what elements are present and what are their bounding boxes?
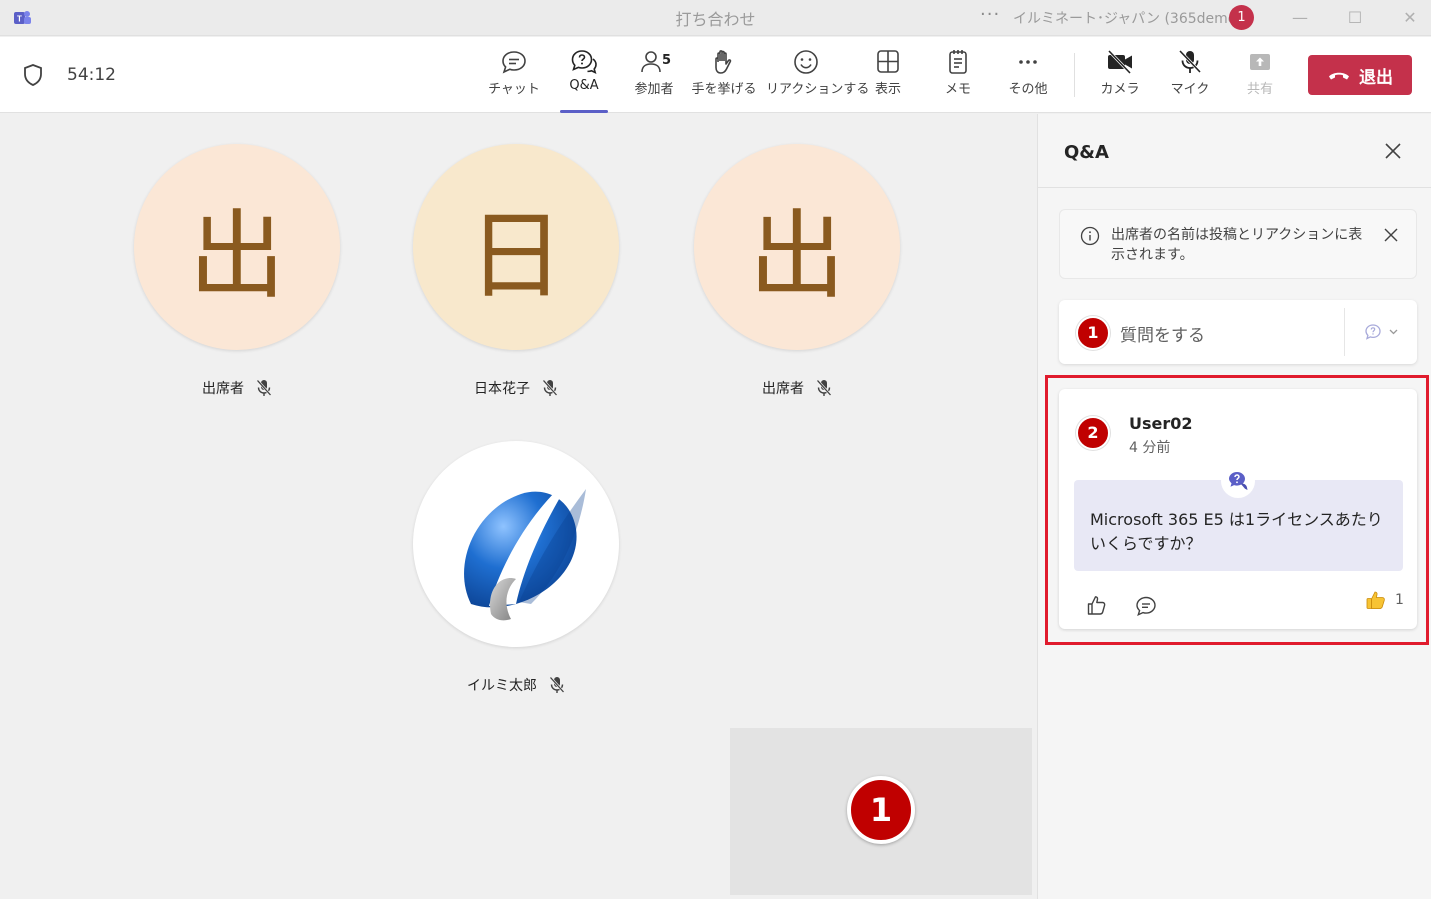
- participant-tile[interactable]: 出 出席者: [692, 144, 902, 398]
- maximize-icon[interactable]: ☐: [1343, 6, 1367, 30]
- view-label: 表示: [874, 82, 901, 97]
- raise-hand-label: 手を挙げる: [691, 82, 757, 97]
- ask-divider: [1344, 308, 1345, 356]
- participant-tile[interactable]: イルミ太郎: [411, 441, 621, 695]
- reaction-summary[interactable]: 1: [1365, 590, 1404, 610]
- chat-label: チャット: [488, 82, 540, 97]
- mic-muted-icon: [256, 379, 272, 396]
- mic-muted-icon: [549, 676, 565, 693]
- mic-off-icon: [1178, 49, 1202, 74]
- author-avatar: 2: [1076, 416, 1110, 450]
- like-icon[interactable]: [1085, 594, 1107, 616]
- question-type-dropdown-icon[interactable]: [1364, 322, 1400, 342]
- participant-name: イルミ太郎: [467, 678, 537, 694]
- participants-button[interactable]: 5 参加者: [614, 47, 694, 107]
- active-tab-indicator: [560, 110, 608, 113]
- reaction-label: リアクションする: [766, 82, 870, 97]
- participant-name: 出席者: [762, 381, 804, 397]
- participant-count: 5: [662, 53, 672, 68]
- author-name: User02: [1129, 414, 1193, 433]
- view-button[interactable]: 表示: [848, 47, 928, 107]
- question-text: Microsoft 365 E5 は1ライセンスあたりいくらですか？: [1090, 510, 1383, 553]
- title-bar: T 打ち合わせ ··· イルミネート･ジャパン (365demo1) 1 — ☐…: [0, 0, 1431, 36]
- more-button[interactable]: その他: [988, 47, 1068, 107]
- user-avatar: 1: [1076, 316, 1110, 350]
- share-icon: [1250, 54, 1270, 70]
- question-badge-icon: [1221, 464, 1255, 498]
- info-notice: 出席者の名前は投稿とリアクションに表示されます。: [1059, 209, 1417, 279]
- thumbs-up-reaction-icon: [1366, 591, 1385, 609]
- more-options-icon[interactable]: ···: [980, 4, 1000, 25]
- notes-button[interactable]: メモ: [918, 47, 998, 107]
- mic-label: マイク: [1170, 82, 1210, 97]
- close-window-icon[interactable]: ✕: [1398, 6, 1422, 30]
- raise-hand-button[interactable]: 手を挙げる: [684, 47, 764, 107]
- more-icon: [1019, 60, 1037, 64]
- share-label: 共有: [1246, 82, 1273, 97]
- panel-title: Q&A: [1064, 142, 1109, 163]
- meeting-toolbar: 54:12 チャット Q&A 5 参加者 手を挙げる リアクションする 表示 メ…: [0, 37, 1431, 113]
- participant-name: 出席者: [202, 381, 244, 397]
- notes-icon: [949, 50, 967, 74]
- leave-button[interactable]: 退出: [1308, 55, 1412, 95]
- reaction-count: 1: [1395, 592, 1404, 608]
- participant-tile[interactable]: 出 出席者: [132, 144, 342, 398]
- camera-label: カメラ: [1100, 82, 1140, 97]
- hang-up-icon: [1329, 72, 1349, 80]
- self-avatar: 1: [847, 776, 915, 844]
- share-button[interactable]: 共有: [1220, 47, 1300, 107]
- participants-label: 参加者: [634, 82, 674, 97]
- more-label: その他: [1008, 82, 1048, 97]
- mic-button[interactable]: マイク: [1150, 47, 1230, 107]
- post-time: 4 分前: [1129, 440, 1171, 456]
- dismiss-notice-icon[interactable]: [1383, 227, 1399, 243]
- camera-button[interactable]: カメラ: [1080, 47, 1160, 107]
- raise-hand-icon: [715, 50, 732, 74]
- participant-avatar: 出: [694, 144, 900, 350]
- participant-tile[interactable]: 日 日本花子: [411, 144, 621, 398]
- account-avatar[interactable]: 1: [1229, 5, 1254, 30]
- chat-button[interactable]: チャット: [474, 47, 554, 107]
- reaction-icon: [794, 50, 818, 74]
- close-panel-icon[interactable]: [1382, 140, 1404, 162]
- mic-muted-icon: [542, 379, 558, 396]
- qa-icon: [571, 50, 597, 74]
- reply-icon[interactable]: [1135, 595, 1157, 617]
- meeting-timer: 54:12: [67, 65, 116, 85]
- mic-muted-icon: [816, 379, 832, 396]
- qa-label: Q&A: [569, 78, 599, 93]
- question-card[interactable]: 2 User02 4 分前 Microsoft 365 E5 は1ライセンスあた…: [1059, 389, 1417, 629]
- org-name[interactable]: イルミネート･ジャパン (365demo1): [1013, 8, 1251, 28]
- participant-name: 日本花子: [474, 381, 530, 397]
- view-icon: [877, 50, 899, 73]
- panel-header: Q&A: [1038, 114, 1431, 188]
- participant-avatar: 日: [413, 144, 619, 350]
- reaction-button[interactable]: リアクションする: [766, 47, 870, 107]
- meeting-stage: 出 出席者 日 日本花子 出 出席者 イルミ太郎 1: [0, 114, 1037, 899]
- ask-question-input[interactable]: 質問をする: [1120, 321, 1205, 346]
- participant-avatar: 出: [134, 144, 340, 350]
- camera-off-icon: [1107, 49, 1132, 75]
- ask-question-box[interactable]: 1 質問をする: [1059, 300, 1417, 364]
- chat-icon: [502, 51, 526, 74]
- qa-panel: Q&A 出席者の名前は投稿とリアクションに表示されます。 1 質問をする 2 U…: [1037, 114, 1431, 899]
- self-view-tile[interactable]: 1: [730, 728, 1032, 895]
- minimize-icon[interactable]: —: [1288, 6, 1312, 30]
- participant-avatar: [413, 441, 619, 647]
- shield-icon[interactable]: [22, 63, 44, 87]
- notice-text: 出席者の名前は投稿とリアクションに表示されます。: [1111, 227, 1363, 263]
- company-logo-icon: [464, 476, 586, 621]
- toolbar-divider: [1074, 53, 1075, 97]
- leave-label: 退出: [1359, 67, 1393, 88]
- qa-button[interactable]: Q&A: [544, 47, 624, 113]
- notes-label: メモ: [944, 82, 971, 97]
- info-icon: [1080, 226, 1100, 246]
